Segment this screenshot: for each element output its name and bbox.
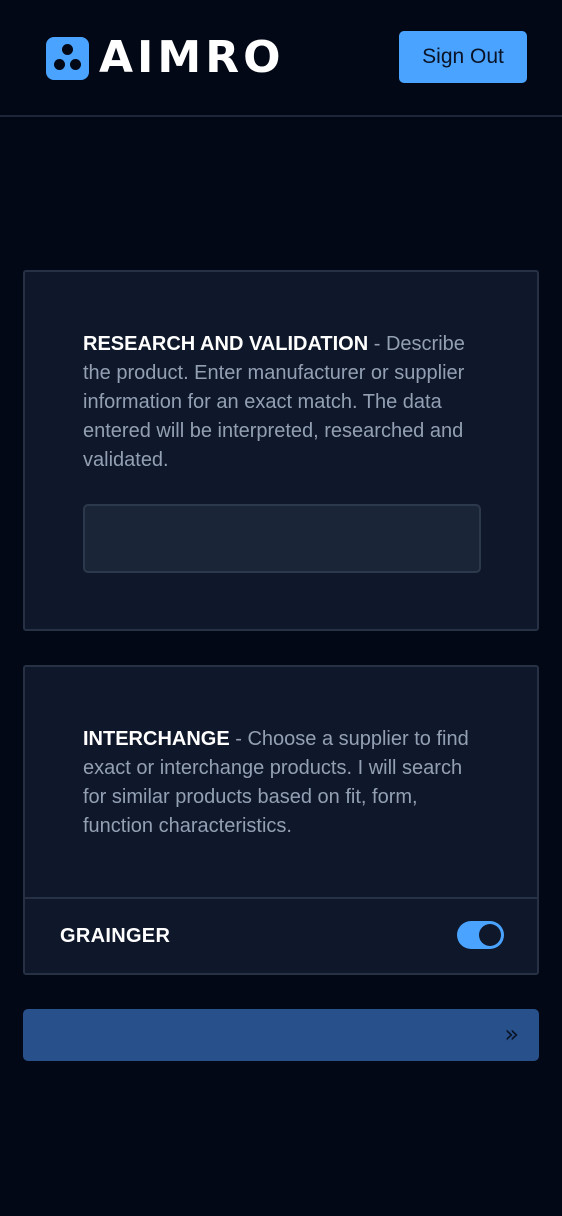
brand-name: AIMRO <box>99 32 285 83</box>
interchange-description: INTERCHANGE - Choose a supplier to find … <box>83 725 483 841</box>
research-description: RESEARCH AND VALIDATION - Describe the p… <box>83 330 483 475</box>
product-description-input[interactable] <box>83 504 481 573</box>
double-chevron-right-icon: » <box>504 1020 519 1048</box>
interchange-card: INTERCHANGE - Choose a supplier to find … <box>23 665 539 975</box>
supplier-toggle[interactable] <box>457 921 504 949</box>
supplier-label: GRAINGER <box>60 925 171 947</box>
logo-icon <box>46 36 89 80</box>
research-title: RESEARCH AND VALIDATION <box>83 333 369 355</box>
sign-out-button[interactable]: Sign Out <box>399 31 527 83</box>
brand-logo[interactable]: AIMRO <box>46 36 285 80</box>
interchange-title: INTERCHANGE <box>83 728 230 750</box>
supplier-row-grainger: GRAINGER <box>25 899 537 973</box>
submit-button[interactable]: » <box>23 1009 539 1061</box>
top-header: AIMRO Sign Out <box>0 0 562 117</box>
research-card: RESEARCH AND VALIDATION - Describe the p… <box>23 270 539 631</box>
toggle-knob <box>479 924 501 946</box>
